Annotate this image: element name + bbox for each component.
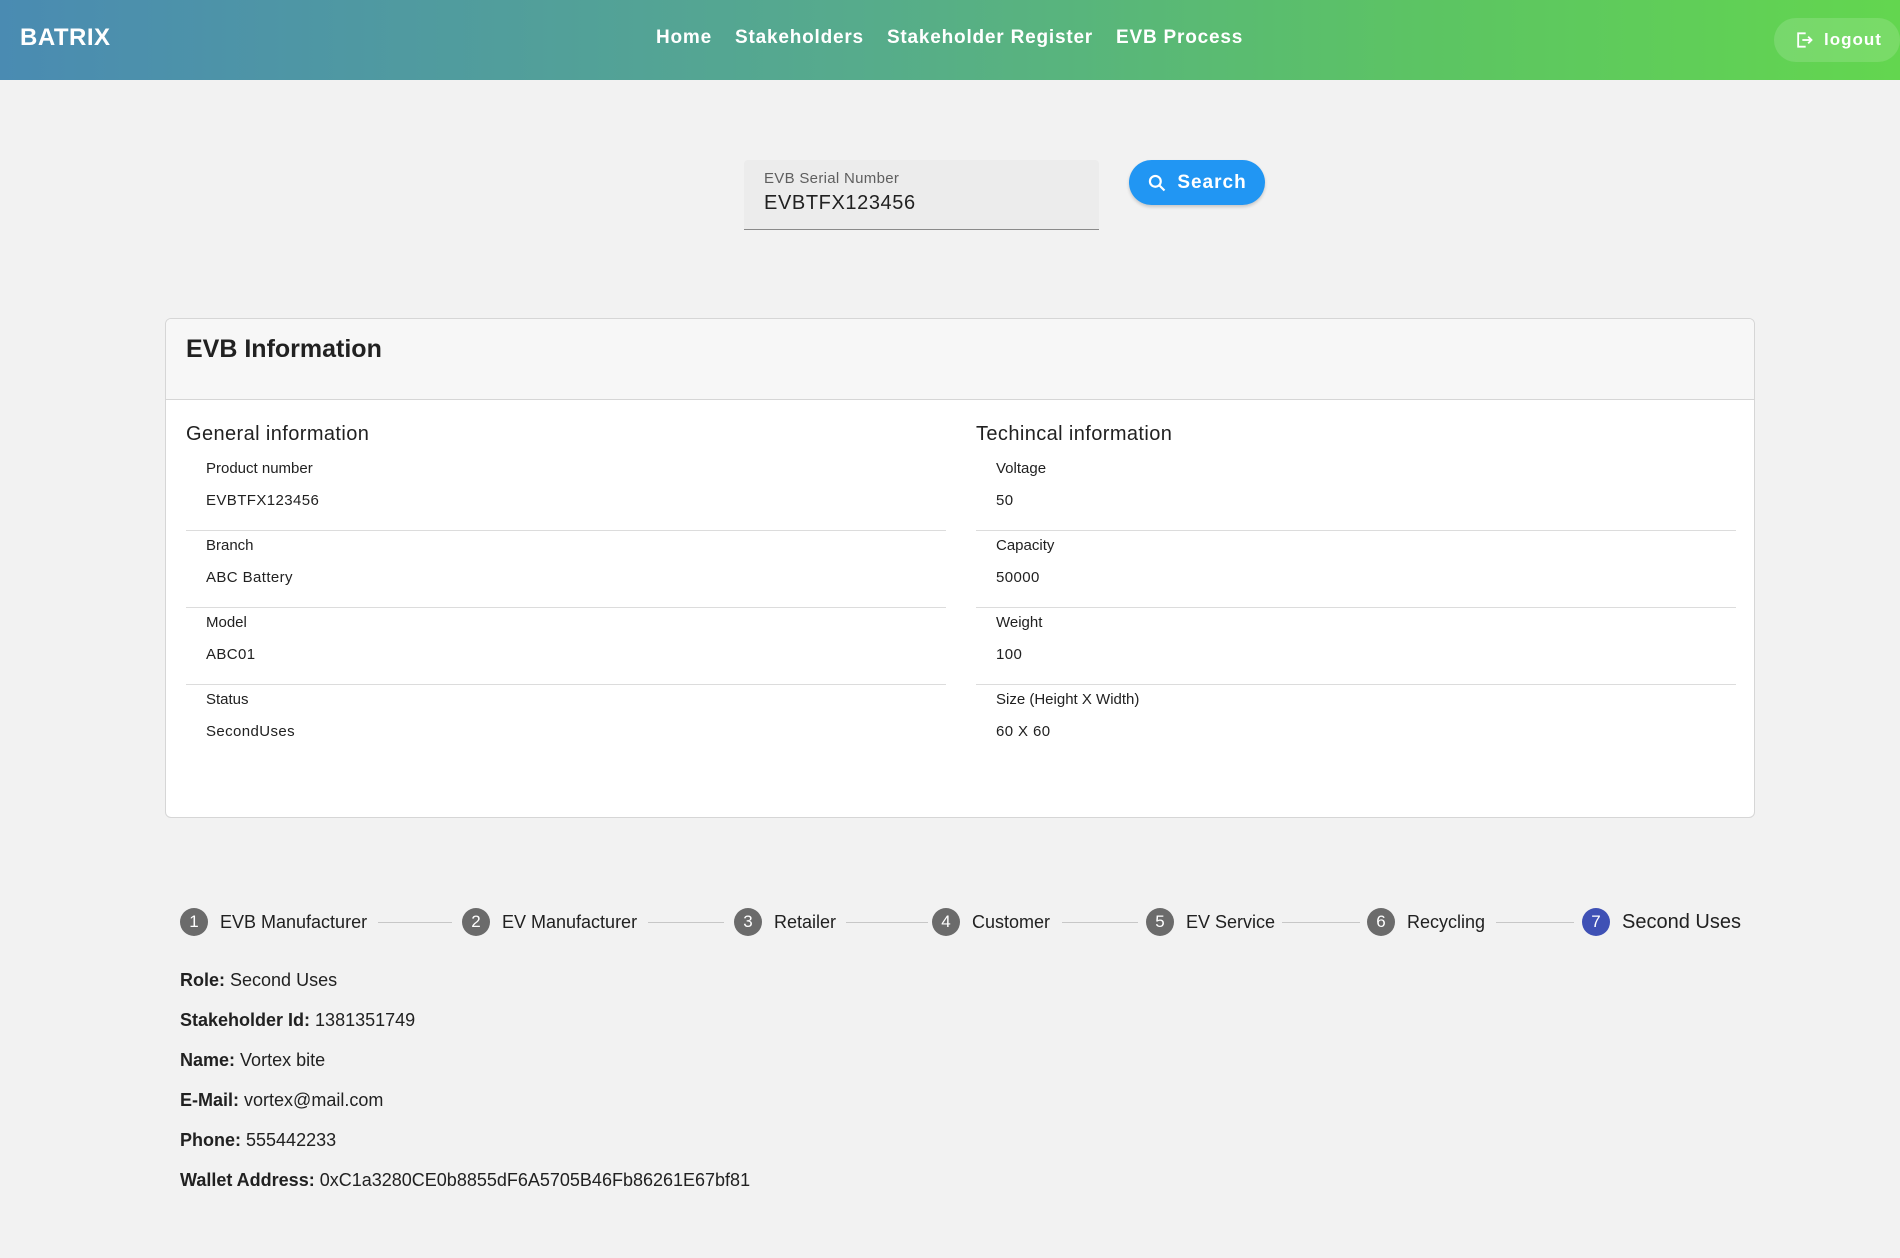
step-ev-service[interactable]: 5 EV Service bbox=[1146, 908, 1275, 936]
step-number: 3 bbox=[734, 908, 762, 936]
general-information-section: General information Product number EVBTF… bbox=[186, 423, 946, 762]
step-number: 5 bbox=[1146, 908, 1174, 936]
process-stepper: 1 EVB Manufacturer 2 EV Manufacturer 3 R… bbox=[180, 908, 1741, 938]
step-connector bbox=[846, 922, 928, 923]
step-second-uses[interactable]: 7 Second Uses bbox=[1582, 908, 1741, 936]
info-value: SecondUses bbox=[206, 723, 296, 740]
info-label: Size (Height X Width) bbox=[996, 691, 1140, 708]
info-item-size: Size (Height X Width) 60 X 60 bbox=[976, 685, 1736, 762]
step-number: 6 bbox=[1367, 908, 1395, 936]
search-button[interactable]: Search bbox=[1129, 160, 1265, 205]
step-connector bbox=[648, 922, 724, 923]
step-label: EV Service bbox=[1186, 911, 1276, 932]
detail-value: 555442233 bbox=[246, 1130, 337, 1150]
info-item-product-number: Product number EVBTFX123456 bbox=[186, 454, 946, 531]
step-label: Recycling bbox=[1407, 911, 1486, 932]
top-navbar: BATRIX Home Stakeholders Stakeholder Reg… bbox=[0, 0, 1900, 80]
info-item-voltage: Voltage 50 bbox=[976, 454, 1736, 531]
detail-label: Stakeholder Id: bbox=[180, 1010, 311, 1030]
info-item-capacity: Capacity 50000 bbox=[976, 531, 1736, 608]
evb-information-card: EVB Information General information Prod… bbox=[165, 318, 1755, 818]
nav-evb-process-link[interactable]: EVB Process bbox=[1116, 27, 1243, 49]
step-retailer[interactable]: 3 Retailer bbox=[734, 908, 836, 936]
step-customer[interactable]: 4 Customer bbox=[932, 908, 1050, 936]
info-value: 100 bbox=[996, 646, 1023, 663]
info-value: 50000 bbox=[996, 569, 1040, 586]
info-label: Weight bbox=[996, 614, 1043, 631]
info-label: Capacity bbox=[996, 537, 1055, 554]
detail-value: 1381351749 bbox=[315, 1010, 416, 1030]
detail-name: Name: Vortex bite bbox=[180, 1050, 750, 1090]
main-nav: Home Stakeholders Stakeholder Register E… bbox=[656, 27, 1266, 49]
info-value: 50 bbox=[996, 492, 1014, 509]
info-label: Voltage bbox=[996, 460, 1047, 477]
step-recycling[interactable]: 6 Recycling bbox=[1367, 908, 1485, 936]
step-ev-manufacturer[interactable]: 2 EV Manufacturer bbox=[462, 908, 637, 936]
card-header: EVB Information bbox=[166, 319, 1754, 400]
logout-icon bbox=[1797, 32, 1813, 48]
info-label: Model bbox=[206, 614, 247, 631]
step-connector bbox=[1496, 922, 1574, 923]
detail-wallet-address: Wallet Address: 0xC1a3280CE0b8855dF6A570… bbox=[180, 1170, 750, 1210]
detail-role: Role: Second Uses bbox=[180, 970, 750, 1010]
general-information-title: General information bbox=[186, 423, 370, 445]
info-value: ABC01 bbox=[206, 646, 256, 663]
info-item-model: Model ABC01 bbox=[186, 608, 946, 685]
detail-label: E-Mail: bbox=[180, 1090, 240, 1110]
info-value: 60 X 60 bbox=[996, 723, 1051, 740]
step-label: Retailer bbox=[774, 911, 837, 932]
nav-home-link[interactable]: Home bbox=[656, 27, 712, 49]
step-label: Second Uses bbox=[1622, 910, 1741, 933]
detail-phone: Phone: 555442233 bbox=[180, 1130, 750, 1170]
info-value: EVBTFX123456 bbox=[206, 492, 320, 509]
brand-logo[interactable]: BATRIX bbox=[20, 24, 111, 52]
detail-label: Wallet Address: bbox=[180, 1170, 315, 1190]
stakeholder-details: Role: Second Uses Stakeholder Id: 138135… bbox=[180, 970, 750, 1210]
detail-value: vortex@mail.com bbox=[244, 1090, 384, 1110]
technical-information-section: Techincal information Voltage 50 Capacit… bbox=[976, 423, 1736, 762]
info-label: Branch bbox=[206, 537, 254, 554]
detail-label: Role: bbox=[180, 970, 225, 990]
step-evb-manufacturer[interactable]: 1 EVB Manufacturer bbox=[180, 908, 367, 936]
step-label: Customer bbox=[972, 911, 1051, 932]
nav-stakeholder-register-link[interactable]: Stakeholder Register bbox=[887, 27, 1093, 49]
info-value: ABC Battery bbox=[206, 569, 293, 586]
detail-stakeholder-id: Stakeholder Id: 1381351749 bbox=[180, 1010, 750, 1050]
detail-value: Second Uses bbox=[230, 970, 338, 990]
info-item-status: Status SecondUses bbox=[186, 685, 946, 762]
detail-label: Name: bbox=[180, 1050, 236, 1070]
nav-stakeholders-link[interactable]: Stakeholders bbox=[735, 27, 864, 49]
step-label: EV Manufacturer bbox=[502, 911, 638, 932]
evb-serial-number-label: EVB Serial Number bbox=[764, 170, 900, 187]
search-icon bbox=[1149, 174, 1166, 191]
info-label: Product number bbox=[206, 460, 313, 477]
step-number: 1 bbox=[180, 908, 208, 936]
info-item-weight: Weight 100 bbox=[976, 608, 1736, 685]
step-connector bbox=[1282, 922, 1360, 923]
step-number: 2 bbox=[462, 908, 490, 936]
step-connector bbox=[378, 922, 452, 923]
info-item-branch: Branch ABC Battery bbox=[186, 531, 946, 608]
detail-email: E-Mail: vortex@mail.com bbox=[180, 1090, 750, 1130]
technical-information-title: Techincal information bbox=[976, 423, 1173, 445]
info-label: Status bbox=[206, 691, 249, 708]
detail-value: 0xC1a3280CE0b8855dF6A5705B46Fb86261E67bf… bbox=[319, 1170, 751, 1190]
logout-label: logout bbox=[1824, 30, 1882, 49]
step-label: EVB Manufacturer bbox=[220, 911, 368, 932]
step-number: 7 bbox=[1582, 908, 1610, 936]
detail-value: Vortex bite bbox=[240, 1050, 326, 1070]
logout-button[interactable]: logout bbox=[1774, 18, 1900, 62]
step-number: 4 bbox=[932, 908, 960, 936]
search-button-label: Search bbox=[1177, 171, 1247, 193]
evb-serial-number-field[interactable]: EVB Serial Number bbox=[744, 160, 1099, 230]
evb-serial-number-input[interactable] bbox=[764, 192, 1084, 215]
card-title: EVB Information bbox=[186, 335, 382, 363]
step-connector bbox=[1062, 922, 1138, 923]
detail-label: Phone: bbox=[180, 1130, 241, 1150]
